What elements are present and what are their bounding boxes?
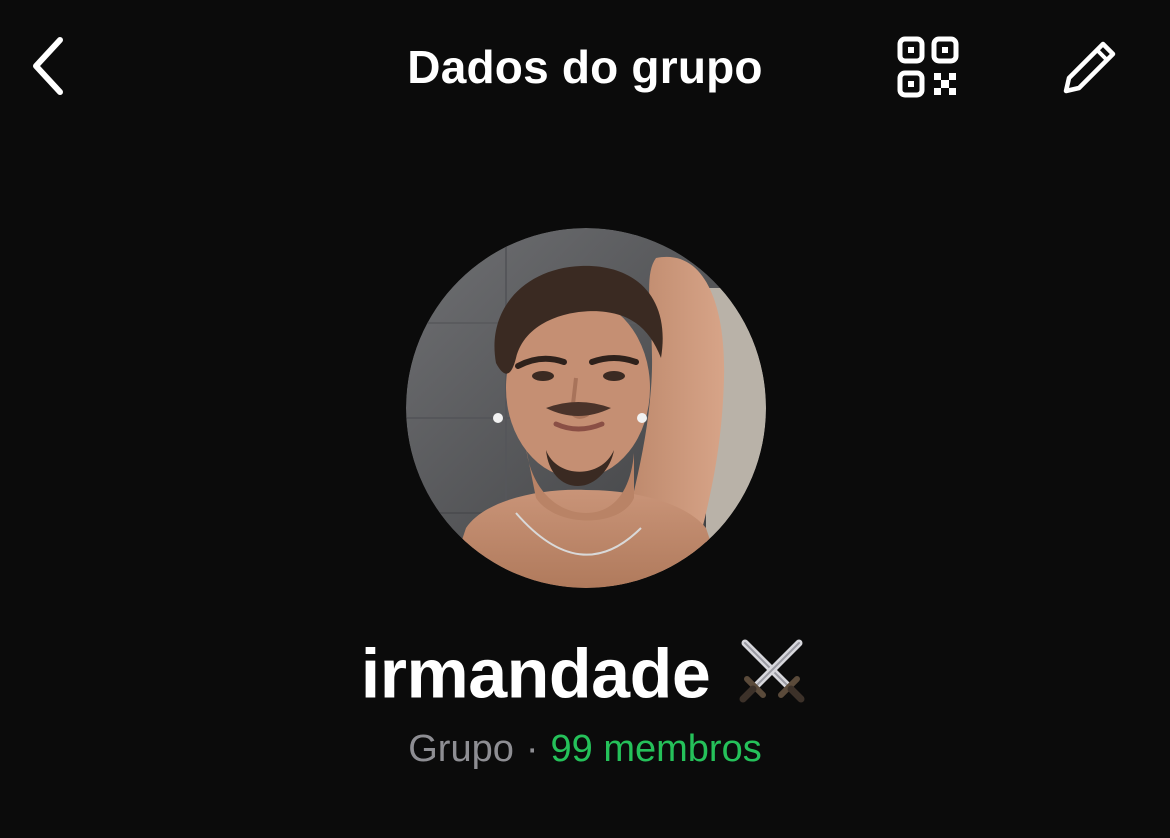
qr-code-button[interactable]: [892, 32, 964, 102]
top-navigation-bar: Dados do grupo: [0, 0, 1170, 140]
edit-button[interactable]: [1054, 32, 1126, 102]
members-count-link[interactable]: 99 membros: [551, 728, 762, 770]
crossed-swords-icon: [735, 633, 809, 707]
meta-separator: ·: [525, 728, 539, 770]
pencil-icon: [1063, 41, 1116, 94]
group-photo-image: [406, 228, 766, 588]
group-name-row: irmandade: [0, 628, 1170, 714]
group-meta: Grupo · 99 membros: [0, 728, 1170, 771]
group-type-label: Grupo: [408, 728, 514, 770]
page-title: Dados do grupo: [407, 41, 763, 93]
qr-code-icon: [897, 36, 959, 98]
group-name: irmandade: [360, 634, 711, 713]
group-avatar[interactable]: [406, 228, 766, 588]
